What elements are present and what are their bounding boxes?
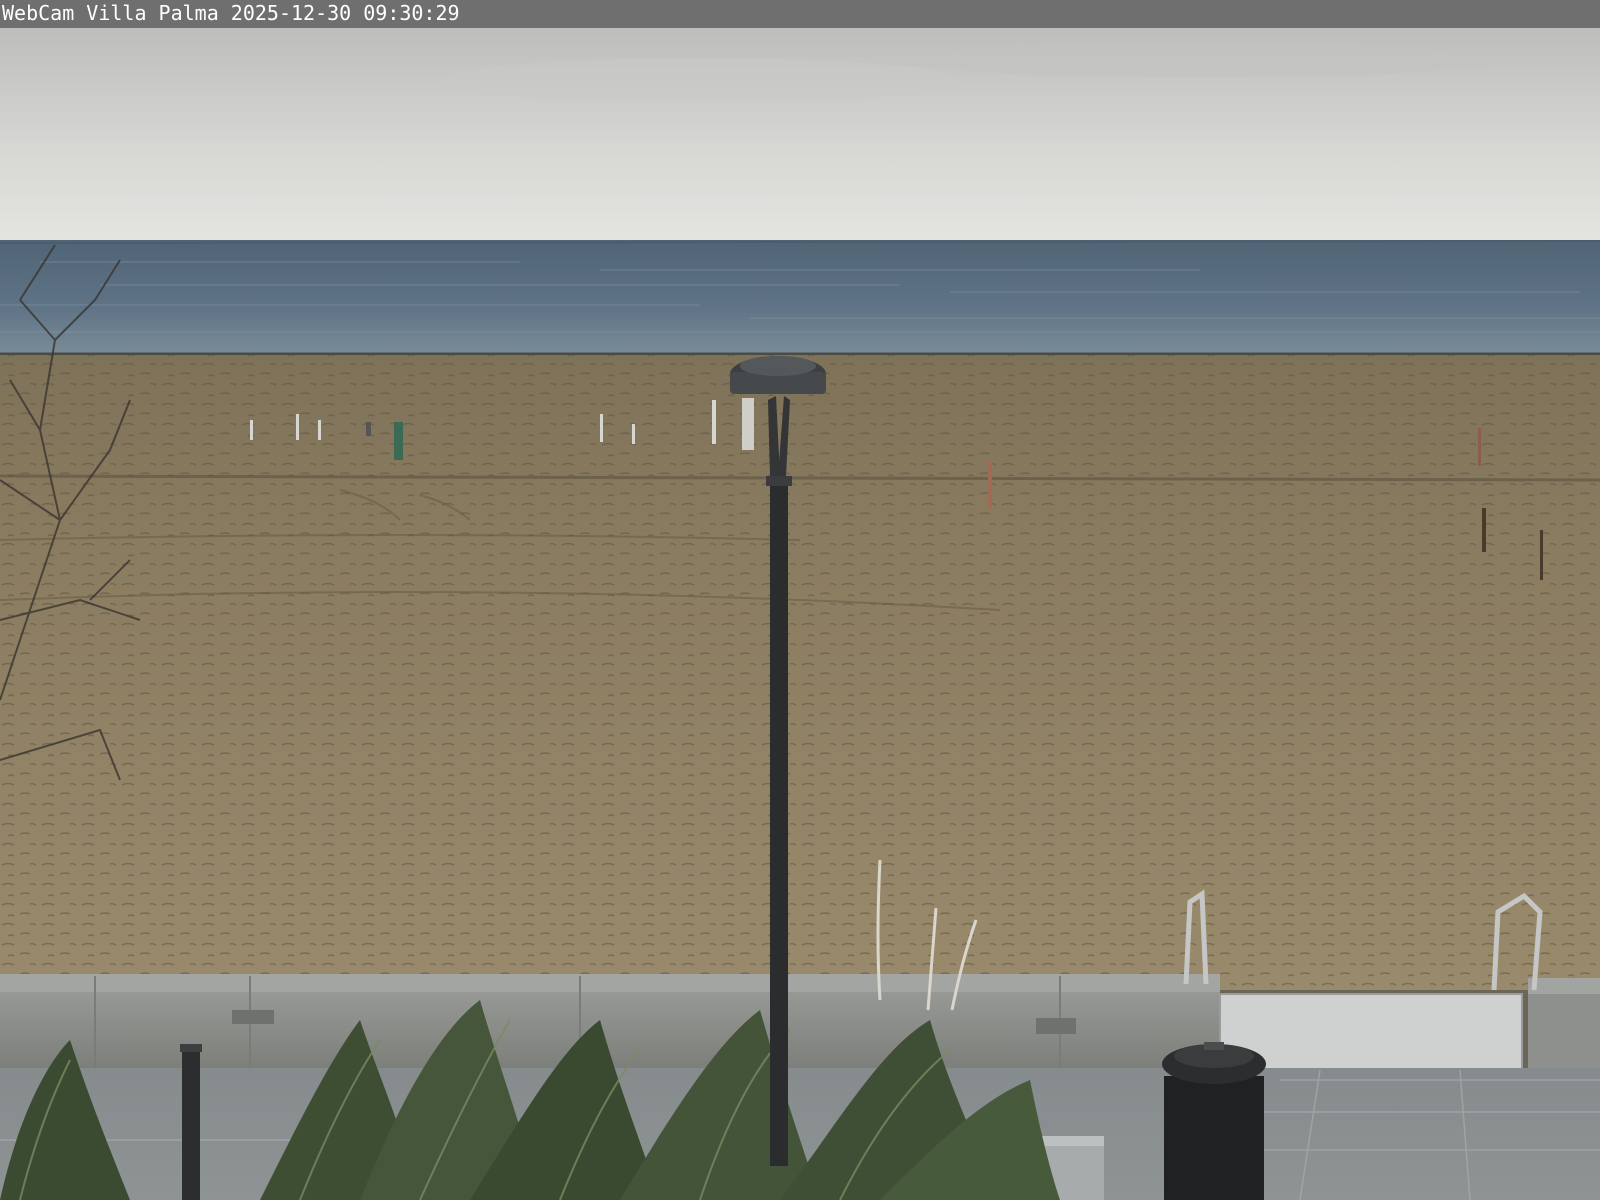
bollard xyxy=(182,1046,200,1200)
green-post xyxy=(394,422,403,460)
gate-panel xyxy=(1220,994,1522,1070)
webcam-image xyxy=(0,28,1600,1200)
trash-bin xyxy=(1162,1042,1266,1200)
sea xyxy=(0,240,1600,354)
webcam-caption: WebCam Villa Palma 2025-12-30 09:30:29 xyxy=(2,1,460,25)
webcam-caption-bar: WebCam Villa Palma 2025-12-30 09:30:29 xyxy=(0,0,1600,28)
